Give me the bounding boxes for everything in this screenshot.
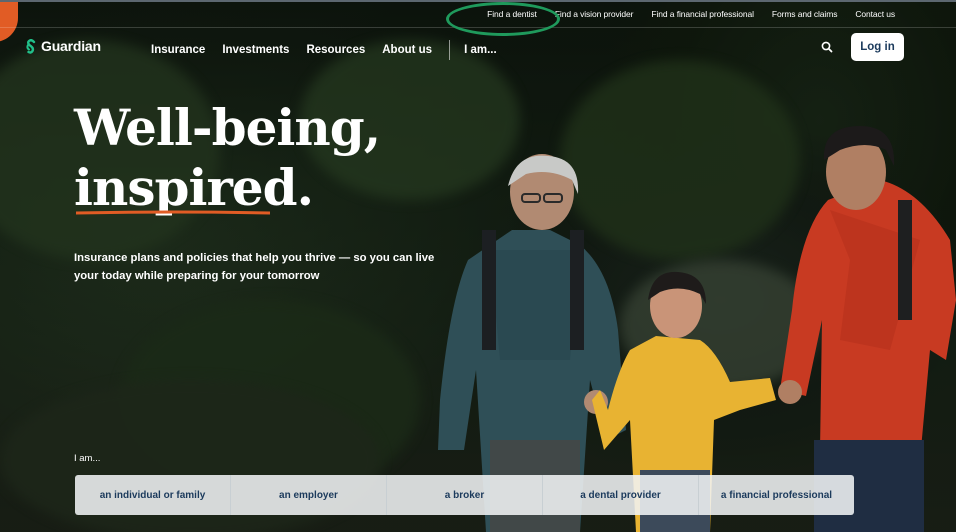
search-icon[interactable] — [820, 40, 834, 54]
audience-selector: an individual or family an employer a br… — [75, 475, 854, 515]
hero-title-line-2: inspired. — [74, 158, 314, 217]
audience-option-financial-professional[interactable]: a financial professional — [699, 475, 854, 515]
nav-divider — [449, 40, 451, 60]
hero-subtitle: Insurance plans and policies that help y… — [74, 252, 435, 282]
utility-link-contact-us[interactable]: Contact us — [846, 9, 904, 19]
audience-label: I am... — [74, 453, 101, 464]
title-underline-accent — [76, 210, 270, 215]
hero-title-line-1: Well-being, — [74, 98, 381, 157]
utility-link-find-vision-provider[interactable]: Find a vision provider — [546, 9, 643, 19]
hero-title-line-2-wrap: inspired. — [74, 158, 314, 218]
utility-link-find-financial-professional[interactable]: Find a financial professional — [642, 9, 762, 19]
brand-name: Guardian — [41, 38, 101, 54]
audience-option-individual-family[interactable]: an individual or family — [75, 475, 231, 515]
hero-title: Well-being, inspired. — [74, 98, 381, 218]
audience-option-dental-provider[interactable]: a dental provider — [543, 475, 699, 515]
highlight-annotation-ring — [446, 2, 560, 36]
main-nav: Guardian Insurance Investments Resources… — [0, 32, 956, 64]
login-button[interactable]: Log in — [851, 33, 904, 61]
utility-link-forms-claims[interactable]: Forms and claims — [763, 9, 846, 19]
primary-nav-items: Insurance Investments Resources About us… — [151, 40, 514, 60]
audience-option-broker[interactable]: a broker — [387, 475, 543, 515]
nav-item-resources[interactable]: Resources — [306, 44, 365, 56]
nav-item-about-us[interactable]: About us — [382, 44, 432, 56]
nav-item-investments[interactable]: Investments — [222, 44, 289, 56]
audience-option-employer[interactable]: an employer — [231, 475, 387, 515]
guardian-logo[interactable]: Guardian — [26, 38, 101, 54]
nav-item-insurance[interactable]: Insurance — [151, 44, 205, 56]
father-figure — [778, 126, 956, 532]
guardian-logo-icon — [26, 38, 36, 54]
nav-item-i-am[interactable]: I am... — [464, 44, 497, 56]
